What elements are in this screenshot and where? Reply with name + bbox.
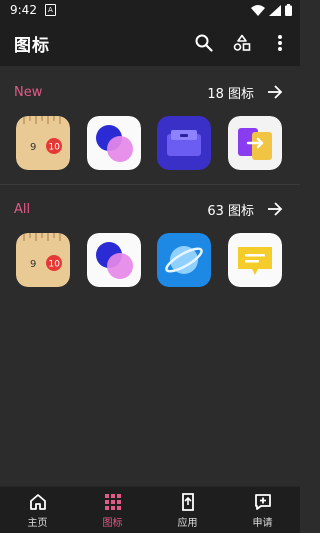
section-all: All 63 图标 9 10 [0,185,300,291]
shapes-icon [233,34,251,51]
nav-item-home-label: 主页 [27,517,48,529]
section-all-icons: 9 10 [0,233,300,291]
status-time: 9:42 [10,3,37,17]
section-all-count: 63 图标 [207,203,254,219]
nav-item-request-label: 申请 [252,517,273,529]
nav-item-request[interactable]: 申请 [225,487,300,533]
nav-item-icons[interactable]: 图标 [75,487,150,533]
nav-item-apply[interactable]: 应用 [150,487,225,533]
battery-icon [285,4,292,16]
ruler-calendar-app-icon[interactable]: 9 10 [16,233,70,287]
svg-text:9: 9 [30,142,36,153]
overlapping-circles-app-icon[interactable] [86,233,141,287]
svg-text:9: 9 [30,259,36,270]
section-new-icons: 9 10 [0,116,300,174]
wifi-icon [251,4,265,16]
more-options-button[interactable] [270,33,290,53]
svg-text:10: 10 [49,143,61,153]
section-all-arrow-button[interactable] [264,198,286,220]
message-app-icon[interactable] [227,233,282,287]
nav-item-apply-label: 应用 [177,517,198,529]
home-icon [29,493,46,510]
arrow-right-icon [268,85,283,99]
grid-icon [104,493,121,510]
nav-item-home[interactable]: 主页 [0,487,75,533]
section-new-header: New 18 图标 [0,68,300,116]
more-vert-icon [278,35,282,51]
svg-text:10: 10 [49,260,61,270]
section-new-label: New [14,84,43,100]
section-new-arrow-button[interactable] [264,81,286,103]
app-bar: 图标 [0,20,300,66]
page-title: 图标 [14,35,50,56]
notification-a-icon: A [44,4,56,16]
overlapping-circles-app-icon[interactable] [86,116,141,170]
section-new-count: 18 图标 [207,86,254,102]
planet-browser-app-icon[interactable] [157,233,212,287]
nav-item-icons-label: 图标 [102,517,123,529]
wallet-app-icon[interactable] [157,116,212,170]
section-new: New 18 图标 9 10 [0,68,300,185]
add-comment-icon [254,493,271,510]
section-all-label: All [14,201,31,217]
arrow-right-icon [268,202,283,216]
apply-icon [181,492,194,511]
search-button[interactable] [194,33,214,53]
search-icon [195,34,213,52]
signal-icon [269,4,281,16]
section-all-header: All 63 图标 [0,185,300,233]
ruler-calendar-app-icon[interactable]: 9 10 [16,116,70,170]
transfer-app-icon[interactable] [227,116,282,170]
status-bar: 9:42 A [0,0,300,20]
shapes-button[interactable] [232,33,252,53]
bottom-navigation: 主页 图标 应用 申请 [0,486,300,533]
